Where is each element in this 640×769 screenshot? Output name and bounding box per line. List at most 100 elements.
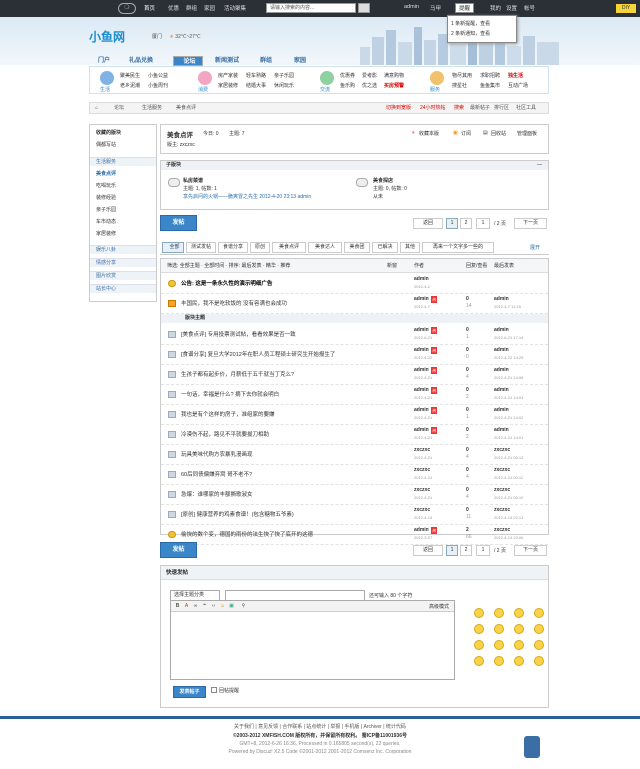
- nav-groups[interactable]: 群组: [186, 4, 197, 12]
- last-poster[interactable]: zxczxc: [494, 467, 510, 473]
- author-name[interactable]: admin: [414, 296, 429, 302]
- nav-tab-forum[interactable]: 论坛: [173, 56, 203, 66]
- remind-menu[interactable]: 提醒: [455, 3, 475, 13]
- next-page-button[interactable]: 下一页: [514, 218, 547, 229]
- menu-link[interactable]: 鱼乐购: [340, 82, 355, 89]
- author-name[interactable]: admin: [414, 276, 429, 282]
- smiley-icon[interactable]: [534, 656, 544, 666]
- thread-author[interactable]: admin 热 2012-4-21: [414, 367, 437, 381]
- tab-test[interactable]: 测试发帖: [186, 242, 216, 253]
- author-name[interactable]: zxczxc: [414, 507, 430, 513]
- smiley-icon[interactable]: [474, 656, 484, 666]
- table-row[interactable]: 一句话，幸福是什么? 摘下去你就会明白 admin 热 2012-4-21 0 2 admi…: [161, 385, 548, 405]
- table-row[interactable]: [美食点评] 专用投票测试帖，看看效果是否一致 admin 热 2012-6-21 0 1…: [161, 325, 548, 345]
- thread-title[interactable]: 冷漠伤不起，路见不平就要拔刀相助: [181, 430, 269, 438]
- sidebar-section-ent[interactable]: 娱乐八卦: [90, 245, 156, 254]
- nav-tab-news[interactable]: 新闻测试: [207, 56, 247, 66]
- last-poster[interactable]: zxczxc: [494, 447, 510, 453]
- tab-group[interactable]: 美食团: [344, 242, 370, 253]
- next-page-button[interactable]: 下一页: [514, 545, 547, 556]
- sidebar-item[interactable]: 亲子乐园: [96, 206, 116, 213]
- smiley-icon[interactable]: [494, 656, 504, 666]
- thread-last[interactable]: zxczxc 2012-4-14 22:13: [494, 507, 523, 521]
- last-poster[interactable]: admin: [494, 296, 509, 302]
- expand-tabs-link[interactable]: 展开: [530, 244, 540, 251]
- smiley-icon[interactable]: [534, 640, 544, 650]
- footer-links[interactable]: 关于我们 | 意见反馈 | 合作联系 | 站点统计 | 举报 | 手机版 | A…: [0, 723, 640, 730]
- tab-all[interactable]: 全部: [162, 242, 184, 253]
- table-row[interactable]: 丰国民，我不是吃软饭的 没有容满也会成功 admin 热 2012-4-7 0 14 adm…: [161, 294, 548, 314]
- thread-title[interactable]: 生孩子都有起步价，月薪低于五千就当丁克么?: [181, 370, 294, 378]
- nav-deals[interactable]: 优惠: [168, 4, 179, 12]
- thread-last[interactable]: admin 2012-4-22 14:25: [494, 347, 523, 361]
- table-row[interactable]: [原创] 健康营养的鸡素食谱！(包含糖物五爷素) zxczxc 2012-4-14 0…: [161, 505, 548, 525]
- smiley-icon[interactable]: [514, 640, 524, 650]
- thread-author[interactable]: admin 热 2012-4-21: [414, 387, 437, 401]
- diy-button[interactable]: DIY: [616, 4, 636, 13]
- tab-original[interactable]: 原创: [250, 242, 270, 253]
- author-name[interactable]: admin: [414, 327, 429, 333]
- thread-author[interactable]: zxczxc 2012-4-21: [414, 487, 432, 501]
- menu-link[interactable]: 独生活: [508, 72, 523, 79]
- sidebar-item[interactable]: 装修经验: [96, 194, 116, 201]
- author-name[interactable]: admin: [414, 387, 429, 393]
- tab-review[interactable]: 美食点评: [272, 242, 306, 253]
- sidebar-item[interactable]: 吃喝玩乐: [96, 182, 116, 189]
- sidebar-item[interactable]: 家居装修: [96, 230, 116, 237]
- collapse-icon[interactable]: —: [537, 162, 542, 168]
- menu-link[interactable]: 轻车熟路: [246, 72, 266, 79]
- thread-title[interactable]: 丰国民，我不是吃软饭的 没有容满也会成功: [181, 299, 287, 307]
- sidebar-section-admin[interactable]: 站长中心: [90, 284, 156, 293]
- sidebar-item[interactable]: 车市动态: [96, 218, 116, 225]
- thread-title[interactable]: [原创] 健康营养的鸡素食谱！(包含糖物五爷素): [181, 510, 294, 518]
- quote-icon[interactable]: ❝: [201, 603, 208, 610]
- smiley-icon[interactable]: [534, 624, 544, 634]
- smiley-icon[interactable]: [494, 640, 504, 650]
- search-icon[interactable]: ⌕: [358, 3, 370, 13]
- menu-link[interactable]: 搜星社: [452, 82, 467, 89]
- last-poster[interactable]: zxczxc: [494, 487, 510, 493]
- menu-link[interactable]: 亲子乐园: [274, 72, 294, 79]
- brand-logo[interactable]: 小鱼网: [89, 28, 125, 45]
- last-poster[interactable]: zxczxc: [494, 527, 510, 533]
- thread-title[interactable]: 公告: 这是一条永久性的演示明细广告: [181, 279, 272, 287]
- my-menu[interactable]: 我的: [490, 4, 501, 12]
- last-poster[interactable]: admin: [494, 367, 509, 373]
- moderator[interactable]: 版主: zxczxc: [167, 141, 195, 148]
- thread-author[interactable]: admin 热 2012-4-21: [414, 427, 437, 441]
- smiley-icon[interactable]: [474, 640, 484, 650]
- menu-link[interactable]: 互动广场: [508, 82, 528, 89]
- menu-link[interactable]: 小鱼公益: [148, 72, 168, 79]
- page-2[interactable]: 2: [460, 218, 472, 229]
- thread-title[interactable]: 我也是有个这样的房子，准组家的要嫌: [181, 410, 275, 418]
- bold-icon[interactable]: B: [174, 603, 181, 610]
- menu-link[interactable]: 爱考影: [362, 72, 377, 79]
- advanced-mode-link[interactable]: 高级模式: [429, 603, 449, 610]
- table-row[interactable]: 60后同债偏嫌弃窝 哥不老不? zxczxc 2012-4-21 0 4 zxczxc 20…: [161, 465, 548, 485]
- last-poster[interactable]: admin: [494, 327, 509, 333]
- last-poster[interactable]: admin: [494, 427, 509, 433]
- menu-link[interactable]: 鱼鱼集市: [480, 82, 500, 89]
- nav-tab-groups[interactable]: 群组: [251, 56, 281, 66]
- thread-author[interactable]: zxczxc 2012-4-14: [414, 507, 432, 521]
- thread-author[interactable]: admin 热 2012-6-21: [414, 327, 437, 341]
- table-row[interactable]: 公告: 这是一条永久性的演示明细广告 admin 2012-4-2: [161, 274, 548, 294]
- thread-title[interactable]: 玩具美味代购方农暴乳漫画现: [181, 450, 253, 458]
- thread-title[interactable]: [食谱分享] 复旦大学2012年在职人员工程硕士研究生开始报生了: [181, 350, 335, 358]
- smiley-icon[interactable]: [514, 656, 524, 666]
- menu-link[interactable]: 老乡泥潮: [120, 82, 140, 89]
- thread-author[interactable]: admin 热 2012-4-22: [414, 347, 437, 361]
- nav-home[interactable]: 首页: [144, 4, 155, 12]
- category-service[interactable]: 服务: [430, 86, 440, 93]
- last-poster[interactable]: admin: [494, 387, 509, 393]
- new-window-toggle[interactable]: 新窗: [387, 259, 397, 273]
- subforum-name[interactable]: 美食探店: [373, 177, 393, 184]
- thread-last[interactable]: zxczxc 2012-4-21 00:12: [494, 447, 523, 461]
- thread-author[interactable]: admin 2012-4-2: [414, 276, 430, 290]
- link-icon[interactable]: ∞: [192, 603, 199, 610]
- thread-author[interactable]: zxczxc 2012-4-21: [414, 467, 432, 481]
- breadcrumb-life[interactable]: 生活服务: [142, 103, 162, 113]
- author-name[interactable]: admin: [414, 407, 429, 413]
- username-link[interactable]: admin: [404, 4, 419, 10]
- thread-last[interactable]: zxczxc 2012-4-14 22:06: [494, 527, 523, 541]
